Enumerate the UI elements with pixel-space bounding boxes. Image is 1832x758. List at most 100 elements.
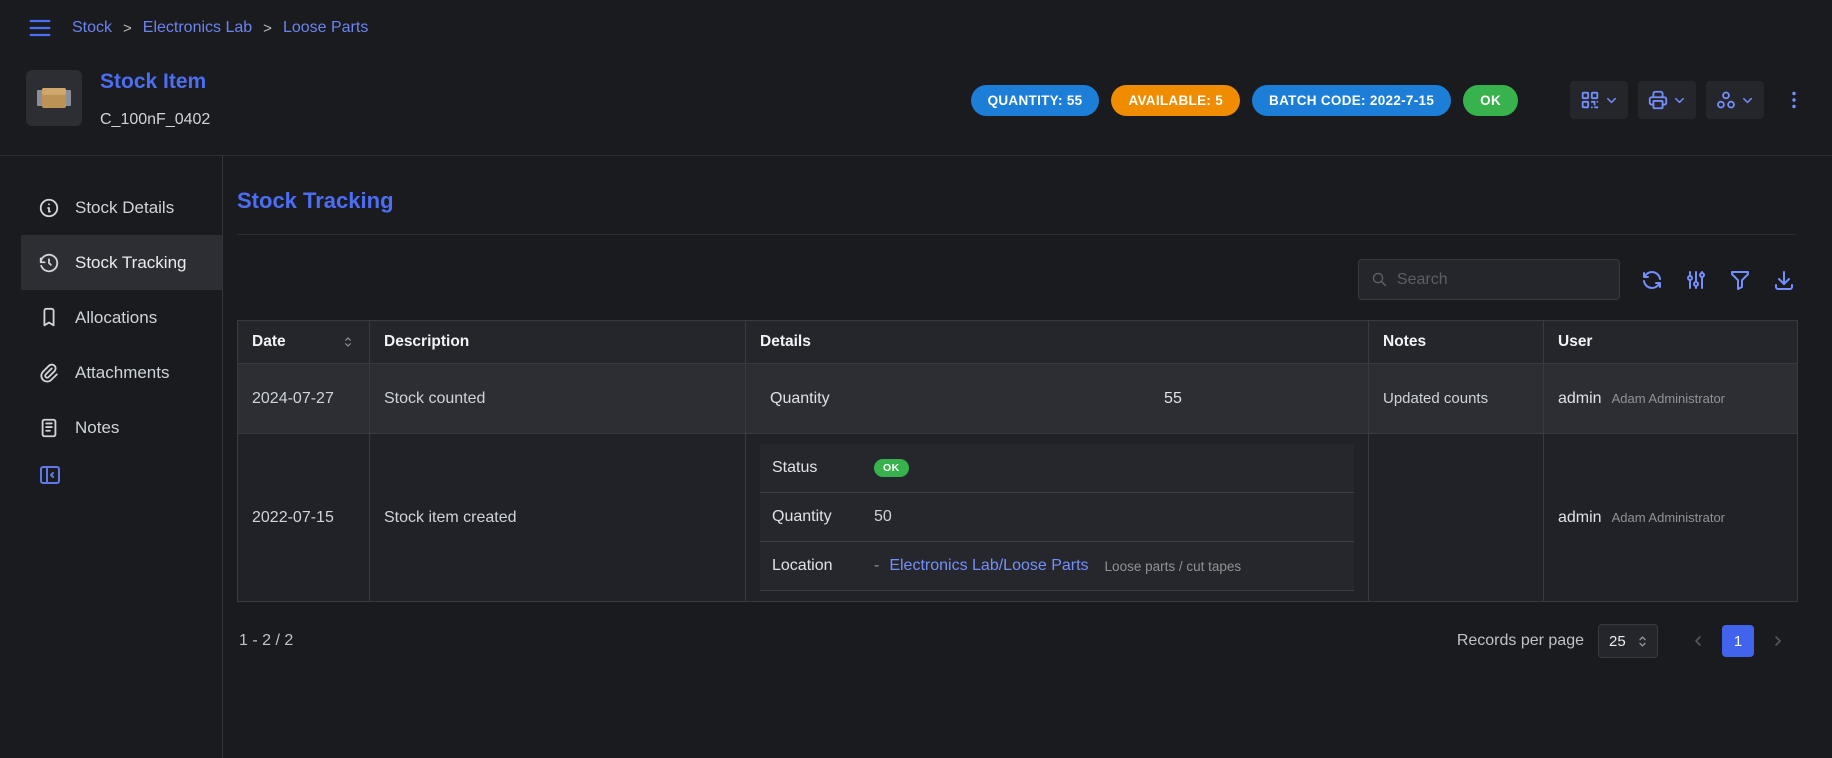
- chevron-down-icon: [1672, 93, 1687, 108]
- status-badge: OK: [1463, 85, 1518, 116]
- detail-value: 50: [874, 508, 892, 526]
- previous-page-button[interactable]: [1682, 625, 1714, 657]
- cell-date: 2022-07-15: [238, 434, 370, 602]
- details-sub-table: Status OK Quantity 50 Location: [760, 444, 1354, 591]
- stock-operations-icon: [1715, 89, 1737, 111]
- batch-code-badge: BATCH CODE: 2022-7-15: [1252, 85, 1451, 116]
- detail-key: Status: [772, 459, 874, 477]
- records-per-page-value: 25: [1609, 633, 1626, 650]
- cell-details: Quantity 55: [746, 364, 1369, 434]
- printer-icon: [1647, 89, 1669, 111]
- record-range: 1 - 2 / 2: [239, 632, 293, 650]
- breadcrumb-separator: >: [263, 20, 272, 37]
- sidebar-item-attachments[interactable]: Attachments: [21, 345, 222, 400]
- ok-status-badge: OK: [874, 459, 909, 477]
- actions-group: [1570, 81, 1806, 119]
- menu-icon[interactable]: [26, 14, 54, 42]
- cell-user: adminAdam Administrator: [1544, 434, 1798, 602]
- cell-notes: [1369, 434, 1544, 602]
- location-description: Loose parts / cut tapes: [1105, 559, 1242, 574]
- column-header-notes: Notes: [1369, 321, 1544, 364]
- chevron-down-icon: [1740, 93, 1755, 108]
- part-thumbnail[interactable]: [26, 70, 82, 126]
- cell-user: admin Adam Administrator: [1544, 364, 1798, 434]
- user-fullname: Adam Administrator: [1612, 391, 1725, 406]
- sidebar-item-label: Allocations: [75, 308, 157, 328]
- sidebar-item-notes[interactable]: Notes: [21, 400, 222, 455]
- table-row[interactable]: 2024-07-27 Stock counted Quantity 55 Upd…: [238, 364, 1798, 434]
- sidebar-item-label: Notes: [75, 418, 119, 438]
- detail-row-quantity: Quantity 50: [760, 493, 1354, 542]
- sidebar-item-label: Stock Details: [75, 198, 174, 218]
- download-icon[interactable]: [1772, 268, 1796, 292]
- sidebar-item-stock-details[interactable]: Stock Details: [21, 180, 222, 235]
- stock-tracking-table: Date Description Details Notes User: [237, 320, 1798, 602]
- table-footer: 1 - 2 / 2 Records per page 25 1: [237, 624, 1796, 658]
- sort-icon: [341, 335, 355, 349]
- detail-key: Location: [772, 557, 874, 575]
- divider: [237, 234, 1796, 235]
- column-header-user: User: [1544, 321, 1798, 364]
- section-heading: Stock Tracking: [237, 188, 1796, 214]
- info-icon: [38, 197, 60, 219]
- part-name: C_100nF_0402: [100, 111, 210, 129]
- footer-controls: Records per page 25 1: [1457, 624, 1794, 658]
- cell-notes: Updated counts: [1369, 364, 1544, 434]
- detail-key: Quantity: [772, 508, 874, 526]
- column-header-description: Description: [370, 321, 746, 364]
- stock-actions-button[interactable]: [1706, 81, 1764, 119]
- sidebar-item-label: Attachments: [75, 363, 170, 383]
- username: admin: [1558, 390, 1602, 407]
- search-box: [1358, 259, 1620, 300]
- table-toolbar: [237, 259, 1796, 300]
- cell-description: Stock item created: [370, 434, 746, 602]
- search-input[interactable]: [1397, 271, 1607, 289]
- selector-icon: [1635, 634, 1650, 649]
- bookmark-icon: [38, 307, 60, 329]
- search-icon: [1371, 270, 1388, 289]
- column-header-date[interactable]: Date: [238, 321, 370, 364]
- qrcode-icon: [1579, 89, 1601, 111]
- sidebar-collapse-icon[interactable]: [21, 463, 222, 487]
- cell-date: 2024-07-27: [238, 364, 370, 434]
- detail-row-status: Status OK: [760, 444, 1354, 493]
- header-right: QUANTITY: 55 AVAILABLE: 5 BATCH CODE: 20…: [971, 81, 1806, 119]
- sidebar-item-stock-tracking[interactable]: Stock Tracking: [21, 235, 222, 290]
- chevron-down-icon: [1604, 93, 1619, 108]
- location-prefix: -: [874, 557, 879, 575]
- page-header: Stock Item C_100nF_0402 QUANTITY: 55 AVA…: [0, 56, 1832, 156]
- capacitor-image: [36, 87, 72, 109]
- location-link[interactable]: Electronics Lab/Loose Parts: [889, 557, 1088, 575]
- filter-icon[interactable]: [1728, 268, 1752, 292]
- column-settings-icon[interactable]: [1684, 268, 1708, 292]
- records-per-page-label: Records per page: [1457, 632, 1584, 650]
- sidebar: Stock Details Stock Tracking Allocations…: [0, 156, 223, 758]
- breadcrumb-electronics-lab[interactable]: Electronics Lab: [143, 19, 252, 37]
- barcode-actions-button[interactable]: [1570, 81, 1628, 119]
- user-fullname: Adam Administrator: [1612, 510, 1725, 525]
- breadcrumb-loose-parts[interactable]: Loose Parts: [283, 19, 368, 37]
- table-row[interactable]: 2022-07-15 Stock item created Status OK …: [238, 434, 1798, 602]
- column-header-details: Details: [746, 321, 1369, 364]
- detail-value: 55: [992, 390, 1354, 408]
- records-per-page-select[interactable]: 25: [1598, 624, 1658, 658]
- main-panel: Stock Tracking: [223, 156, 1832, 758]
- table-header-row: Date Description Details Notes User: [238, 321, 1798, 364]
- history-icon: [38, 252, 60, 274]
- page-1-button[interactable]: 1: [1722, 625, 1754, 657]
- print-actions-button[interactable]: [1638, 81, 1696, 119]
- next-page-button[interactable]: [1762, 625, 1794, 657]
- pagination: 1: [1682, 625, 1794, 657]
- cell-description: Stock counted: [370, 364, 746, 434]
- refresh-icon[interactable]: [1640, 268, 1664, 292]
- top-bar: Stock > Electronics Lab > Loose Parts: [0, 0, 1832, 56]
- sidebar-item-label: Stock Tracking: [75, 253, 187, 273]
- breadcrumb-stock[interactable]: Stock: [72, 19, 112, 37]
- detail-key: Quantity: [770, 390, 992, 408]
- cell-details: Status OK Quantity 50 Location: [746, 434, 1369, 602]
- sidebar-item-allocations[interactable]: Allocations: [21, 290, 222, 345]
- page-title: Stock Item: [100, 70, 210, 94]
- content: Stock Details Stock Tracking Allocations…: [0, 156, 1832, 758]
- more-options-icon[interactable]: [1782, 88, 1806, 112]
- breadcrumb: Stock > Electronics Lab > Loose Parts: [72, 19, 368, 37]
